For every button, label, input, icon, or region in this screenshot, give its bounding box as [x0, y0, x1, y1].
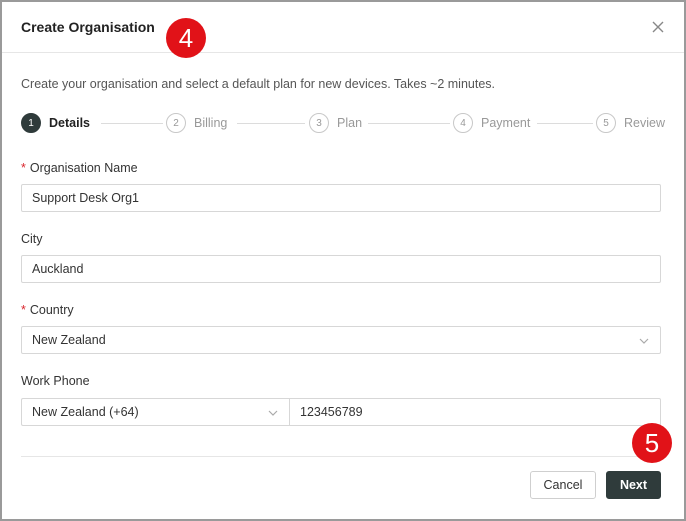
- step-number: 1: [21, 113, 41, 133]
- phone-country-select[interactable]: New Zealand (+64): [21, 398, 289, 426]
- dialog-header: Create Organisation: [2, 2, 684, 53]
- close-button[interactable]: [648, 17, 668, 37]
- city-input[interactable]: Auckland: [21, 255, 661, 283]
- org-name-input[interactable]: Support Desk Org1: [21, 184, 661, 212]
- step-review[interactable]: 5 Review: [596, 112, 665, 134]
- step-billing[interactable]: 2 Billing: [166, 112, 227, 134]
- step-payment[interactable]: 4 Payment: [453, 112, 530, 134]
- step-label: Review: [624, 116, 665, 130]
- phone-number-value: 123456789: [300, 405, 363, 419]
- step-number: 3: [309, 113, 329, 133]
- chevron-down-icon: [639, 338, 649, 344]
- city-label: City: [21, 232, 43, 246]
- country-value: New Zealand: [32, 333, 106, 347]
- cancel-button[interactable]: Cancel: [530, 471, 596, 499]
- step-connector: [368, 123, 450, 124]
- step-connector: [101, 123, 163, 124]
- dialog-description: Create your organisation and select a de…: [21, 77, 496, 91]
- step-details[interactable]: 1 Details: [21, 112, 90, 134]
- org-name-value: Support Desk Org1: [32, 191, 139, 205]
- org-name-label: * Organisation Name: [21, 161, 138, 175]
- step-number: 2: [166, 113, 186, 133]
- chevron-down-icon: [268, 410, 278, 416]
- dialog-title: Create Organisation: [21, 19, 155, 35]
- stepper: 1 Details 2 Billing 3 Plan 4 Payment 5 R…: [21, 112, 665, 134]
- step-number: 4: [453, 113, 473, 133]
- step-connector: [237, 123, 305, 124]
- annotation-badge-5: 5: [632, 423, 672, 463]
- create-organisation-dialog: Create Organisation 4 Create your organi…: [0, 0, 686, 521]
- footer-divider: [21, 456, 661, 457]
- required-mark: *: [21, 161, 26, 175]
- step-label: Plan: [337, 116, 363, 130]
- org-name-label-text: Organisation Name: [29, 161, 138, 175]
- step-plan[interactable]: 3 Plan: [309, 112, 362, 134]
- country-select[interactable]: New Zealand: [21, 326, 661, 354]
- country-label: * Country: [21, 303, 74, 317]
- next-button[interactable]: Next: [606, 471, 661, 499]
- country-label-text: Country: [29, 303, 74, 317]
- step-label: Payment: [481, 116, 531, 130]
- phone-country-value: New Zealand (+64): [32, 405, 139, 419]
- annotation-badge-4: 4: [166, 18, 206, 58]
- step-label: Details: [49, 116, 90, 130]
- city-value: Auckland: [32, 262, 84, 276]
- step-number: 5: [596, 113, 616, 133]
- step-label: Billing: [194, 116, 228, 130]
- required-mark: *: [21, 303, 26, 317]
- phone-number-input[interactable]: 123456789: [289, 398, 661, 426]
- close-icon: [652, 21, 664, 33]
- work-phone-label: Work Phone: [21, 374, 90, 388]
- step-connector: [537, 123, 593, 124]
